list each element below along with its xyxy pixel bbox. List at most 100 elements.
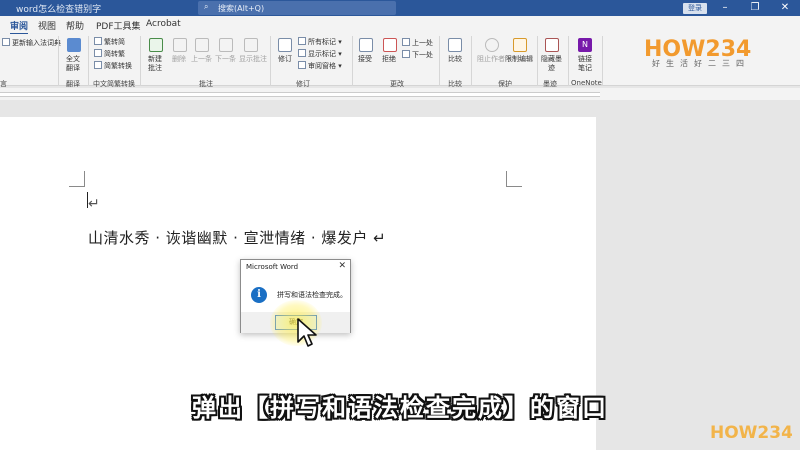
crop-mark-top-left [69,171,85,187]
previous-comment-icon [195,38,209,52]
update-ime-label: 更新输入法词典 [12,39,61,47]
group-divider [58,36,59,86]
linked-notes-line2[interactable]: 笔记 [578,63,592,73]
next-change-label: 下一处 [412,51,433,59]
to-traditional-label: 简转繁 [104,50,125,58]
group-divider [537,36,538,86]
show-comments-icon [244,38,258,52]
delete-comment-button[interactable]: 删除 [172,54,186,64]
all-markup-label: 所有标记 [308,38,336,46]
chevron-down-icon: ▾ [338,38,342,46]
full-translate-line2[interactable]: 翻译 [66,63,80,73]
logo-graphic: HOW234 [644,37,751,62]
watermark-text: HOW234 [710,423,792,442]
next-change-icon [402,50,410,58]
convert-icon [94,61,102,69]
convert-label: 简繁转换 [104,62,132,70]
next-comment-button[interactable]: 下一条 [215,54,236,64]
ruler-track [0,92,600,97]
convert-icon [94,49,102,57]
logo-text: HOW234 [644,37,751,60]
review-pane-label: 审阅窗格 [308,62,336,70]
lock-icon [513,38,527,52]
search-box[interactable]: ⌕ 搜索(Alt+Q) [198,1,396,15]
title-bar: word怎么检查错别字 ⌕ 搜索(Alt+Q) 登录 – ❐ ✕ [0,0,800,16]
compare-button[interactable]: 比较 [448,54,462,64]
group-divider [471,36,472,86]
document-title: word怎么检查错别字 [16,5,102,15]
accept-icon [359,38,373,52]
block-authors-button[interactable]: 阻止作者 [477,54,505,64]
accept-button[interactable]: 接受 [358,54,372,64]
chevron-down-icon: ▾ [338,50,342,58]
compare-icon [448,38,462,52]
group-divider [602,36,603,86]
new-comment-line2[interactable]: 批注 [148,63,162,73]
document-line[interactable]: 山清水秀 · 诙谐幽默 · 宣泄情绪 · 爆发户 ↵ [88,227,386,248]
horizontal-ruler[interactable] [0,88,800,100]
show-markup-icon [298,49,306,57]
dialog-close-icon[interactable]: ✕ [338,261,346,271]
search-placeholder: 搜索(Alt+Q) [218,4,265,13]
video-subtitle: 弹出【拼写和语法检查完成】的窗口 [192,394,608,422]
dictionary-icon [2,38,10,46]
group-divider [140,36,141,86]
group-divider [352,36,353,86]
translate-icon [67,38,81,52]
group-divider [439,36,440,86]
brand-logo: HOW234 好生活好二三四 [640,36,780,70]
tab-review[interactable]: 审阅 [10,19,29,35]
review-pane-icon [298,61,306,69]
previous-change-button[interactable]: 上一处 [402,38,433,48]
signin-button[interactable]: 登录 [683,3,707,14]
tab-acrobat[interactable]: Acrobat [146,19,181,29]
hide-ink-line2[interactable]: 迹 [548,63,555,73]
show-markup-button[interactable]: 显示标记 ▾ [298,49,342,59]
group-divider [88,36,89,86]
tab-pdf-tools[interactable]: PDF工具集 [96,19,141,32]
reject-icon [383,38,397,52]
chevron-down-icon: ▾ [338,62,342,70]
restore-button[interactable]: ❐ [740,0,770,16]
ribbon-tabs: 审阅 视图 帮助 PDF工具集 Acrobat 共享 [0,16,800,45]
onenote-group-label: OneNote [571,79,602,87]
new-comment-icon [149,38,163,52]
group-divider [568,36,569,86]
dialog-message: 拼写和语法检查完成。 [277,291,347,299]
convert-button[interactable]: 简繁转换 [94,61,132,71]
text-cursor [87,192,88,208]
tab-view[interactable]: 视图 [38,19,56,32]
crop-mark-top-right [506,171,522,187]
all-markup-dropdown[interactable]: 所有标记 ▾ [298,37,342,47]
convert-icon [94,37,102,45]
previous-change-icon [402,38,410,46]
search-icon: ⌕ [204,2,209,11]
minimize-button[interactable]: – [710,0,740,16]
next-change-button[interactable]: 下一处 [402,50,433,60]
info-icon: i [251,287,267,303]
delete-comment-icon [173,38,187,52]
mouse-pointer-icon [297,318,317,347]
paragraph-mark: ↵ [88,196,100,212]
show-comments-button[interactable]: 显示批注 [239,54,267,64]
previous-comment-button[interactable]: 上一条 [191,54,212,64]
block-authors-icon [485,38,499,52]
to-traditional-button[interactable]: 简转繁 [94,49,125,59]
watermark-logo: HOW234 [710,423,792,442]
track-changes-icon [278,38,292,52]
group-divider [270,36,271,86]
close-button[interactable]: ✕ [770,0,800,16]
restrict-editing-button[interactable]: 限制编辑 [505,54,533,64]
ink-icon [545,38,559,52]
to-simplified-button[interactable]: 繁转简 [94,37,125,47]
tab-help[interactable]: 帮助 [66,19,84,32]
review-pane-button[interactable]: 审阅窗格 ▾ [298,61,342,71]
next-comment-icon [219,38,233,52]
logo-tagline: 好生活好二三四 [652,59,750,68]
markup-icon [298,37,306,45]
update-ime-dictionary[interactable]: 更新输入法词典 [2,38,61,48]
track-changes-button[interactable]: 修订 [278,54,292,64]
to-simplified-label: 繁转简 [104,38,125,46]
dialog-title: Microsoft Word [246,263,299,271]
reject-button[interactable]: 拒绝 [382,54,396,64]
